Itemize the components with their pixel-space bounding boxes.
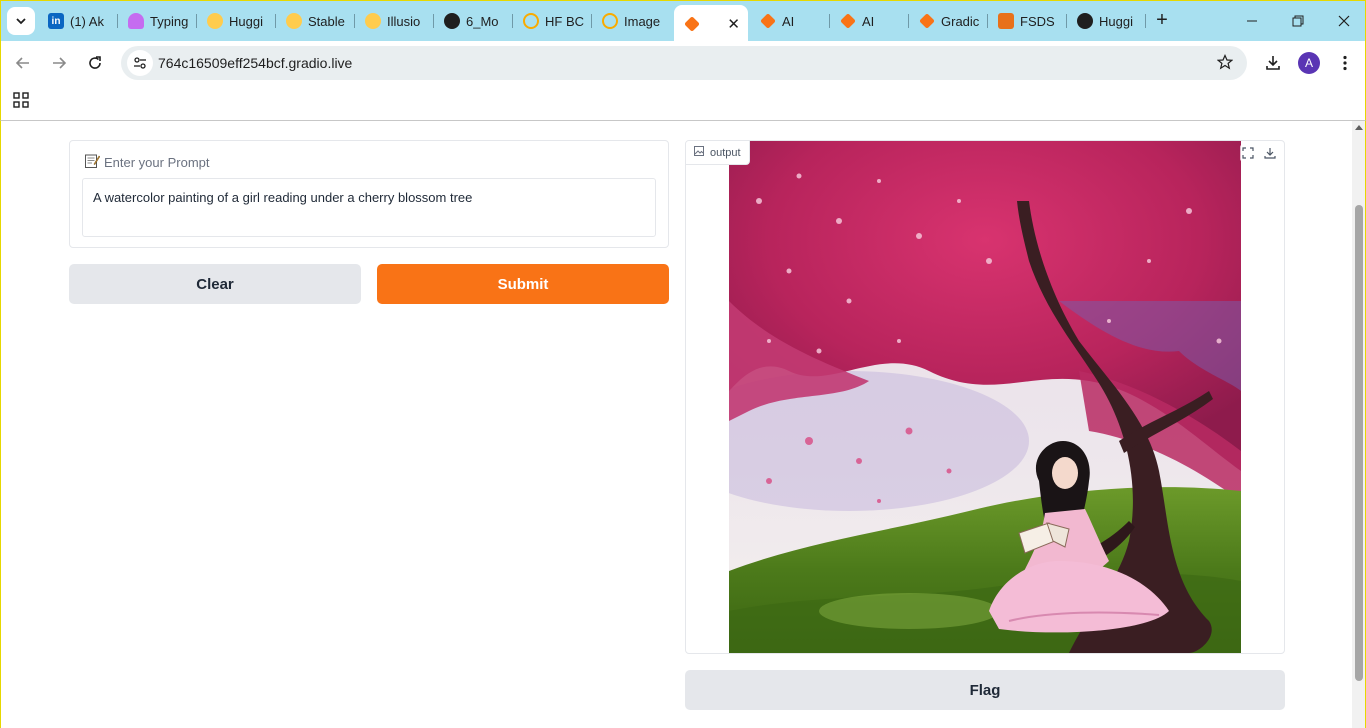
browser-tab[interactable]: Huggi [1067, 7, 1146, 35]
browser-tab-title: Illusio [387, 13, 421, 29]
browser-tab[interactable]: Typing [118, 7, 197, 35]
github-icon [1077, 13, 1093, 29]
browser-tab[interactable]: FSDS [988, 7, 1067, 35]
prompt-input[interactable]: A watercolor painting of a girl reading … [82, 178, 656, 237]
prompt-label-row: Enter your Prompt [84, 153, 210, 172]
gradio-icon [919, 13, 935, 29]
memo-icon [84, 153, 101, 172]
browser-tab[interactable]: Stable [276, 7, 355, 35]
output-label-tag: output [686, 141, 750, 165]
browser-tab[interactable]: Illusio [355, 7, 434, 35]
huggingface-icon [286, 13, 302, 29]
browser-tab[interactable]: AI [830, 7, 909, 35]
gradio-icon [760, 13, 776, 29]
prompt-panel: Enter your Prompt A watercolor painting … [69, 140, 669, 248]
forward-button[interactable] [45, 49, 73, 77]
browser-tab-title: Stable [308, 13, 345, 29]
browser-tab-title: Huggi [229, 13, 263, 29]
tab-search-button[interactable] [7, 7, 35, 35]
page-scrollbar[interactable] [1352, 121, 1366, 728]
browser-tab-title: FSDS [1020, 13, 1055, 29]
restore-icon [1292, 15, 1304, 27]
restore-button[interactable] [1283, 9, 1313, 33]
reload-icon [89, 56, 101, 69]
browser-tab-title: Huggi [1099, 13, 1133, 29]
ghost-icon [128, 13, 144, 29]
browser-tab-title: Image [624, 13, 661, 29]
gradio-app: Enter your Prompt A watercolor painting … [0, 121, 1352, 728]
browser-tab[interactable]: HF BC [513, 7, 592, 35]
arrow-left-icon [15, 57, 29, 69]
download-icon [1266, 56, 1280, 70]
close-tab-icon[interactable]: ✕ [727, 15, 740, 33]
output-label: output [710, 146, 741, 159]
new-tab-button[interactable]: + [1151, 9, 1173, 31]
bookmark-star-icon[interactable] [1216, 54, 1234, 75]
prompt-label: Enter your Prompt [104, 155, 210, 170]
browser-tab[interactable]: Image [592, 7, 674, 35]
browser-tab-title: HF BC [545, 13, 584, 29]
huggingface-icon [365, 13, 381, 29]
back-button[interactable] [9, 49, 37, 77]
menu-button[interactable] [1331, 49, 1359, 77]
kebab-menu-icon [1343, 55, 1347, 71]
scroll-thumb[interactable] [1355, 205, 1363, 681]
minimize-button[interactable] [1237, 9, 1267, 33]
apps-grid-icon[interactable] [13, 92, 29, 113]
gradio-icon [840, 13, 856, 29]
submit-button[interactable]: Submit [377, 264, 669, 304]
arrow-right-icon [53, 57, 67, 69]
linkedin-icon: in [48, 13, 64, 29]
site-info-button[interactable] [127, 50, 153, 76]
fsds-icon [998, 13, 1014, 29]
browser-tab[interactable]: Gradic [909, 7, 988, 35]
browser-tab-title: AI [782, 13, 795, 29]
flag-button[interactable]: Flag [685, 670, 1285, 710]
huggingface-icon [207, 13, 223, 29]
tune-icon [134, 57, 146, 69]
colab-icon [523, 13, 539, 29]
image-icon [694, 146, 704, 159]
browser-tab[interactable]: AI [750, 7, 830, 35]
bookmarks-bar [0, 85, 1366, 121]
browser-tab-title: Typing [150, 13, 189, 29]
browser-tab[interactable]: 6_Mo [434, 7, 513, 35]
tab-strip: in (1) Ak Typing Huggi Stable Illusio 6_Mo HF B… [0, 0, 1366, 42]
close-window-button[interactable] [1329, 9, 1359, 33]
browser-tab[interactable]: in (1) Ak [38, 7, 118, 35]
browser-toolbar: 764c16509eff254bcf.gradio.live A [0, 41, 1366, 85]
generated-image[interactable] [729, 141, 1241, 653]
reload-button[interactable] [81, 49, 109, 77]
colab-icon [602, 13, 618, 29]
minimize-icon [1247, 20, 1257, 22]
profile-avatar[interactable]: A [1298, 52, 1320, 74]
browser-tab[interactable]: Huggi [197, 7, 276, 35]
browser-tab-title: 6_Mo [466, 13, 499, 29]
clear-button[interactable]: Clear [69, 264, 361, 304]
tab-separator [1145, 14, 1146, 28]
browser-tab[interactable]: ✕ [674, 5, 748, 42]
browser-tab-title: (1) Ak [70, 13, 104, 29]
github-icon [444, 13, 460, 29]
browser-tab-title: AI [862, 13, 875, 29]
download-image-icon[interactable] [1262, 145, 1278, 161]
chevron-down-icon [16, 18, 26, 25]
url-text[interactable]: 764c16509eff254bcf.gradio.live [158, 55, 352, 71]
output-actions [1240, 145, 1278, 161]
fullscreen-icon[interactable] [1240, 145, 1256, 161]
close-icon [1338, 15, 1350, 27]
scroll-up-arrow-icon[interactable] [1355, 125, 1363, 130]
browser-tab-title: Gradic [941, 13, 980, 29]
address-bar[interactable]: 764c16509eff254bcf.gradio.live [121, 46, 1247, 80]
downloads-button[interactable] [1259, 49, 1287, 77]
gradio-icon [684, 15, 700, 32]
output-panel: output [685, 140, 1285, 654]
